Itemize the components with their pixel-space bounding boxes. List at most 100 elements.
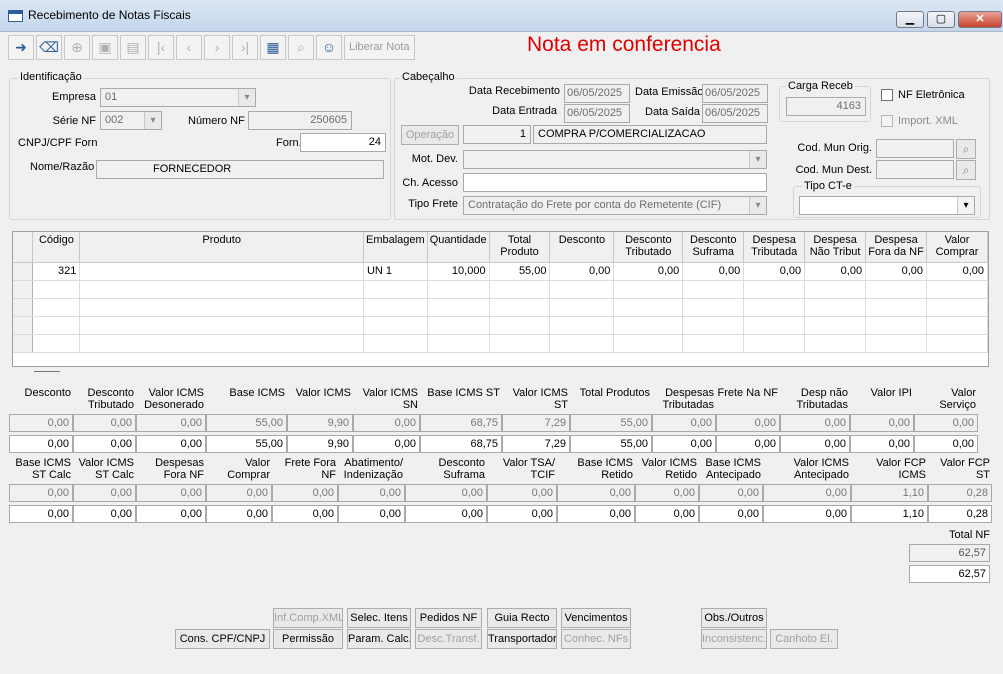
total-value-field[interactable]: 0,00 <box>9 414 73 432</box>
data-entrada-field[interactable]: 06/05/2025 <box>564 104 630 123</box>
minimize-button[interactable]: ▁ <box>896 11 924 28</box>
total-value-field[interactable]: 0,28 <box>928 484 992 502</box>
row-indicator[interactable] <box>13 298 34 317</box>
total-value-field[interactable]: 0,00 <box>9 484 73 502</box>
total-value-field[interactable]: 68,75 <box>420 414 502 432</box>
next-record-icon[interactable]: › <box>204 35 230 60</box>
numero-field[interactable]: 250605 <box>248 111 352 130</box>
eraser-icon[interactable]: ⌫ <box>36 35 62 60</box>
cod-mun-orig-search-icon[interactable]: ⌕ <box>956 139 976 159</box>
total-value-field[interactable]: 0,00 <box>272 505 338 523</box>
delete-icon[interactable]: ▤ <box>120 35 146 60</box>
total-value-field[interactable]: 9,90 <box>287 414 353 432</box>
total-value-field[interactable]: 0,00 <box>699 505 763 523</box>
cons-cpf-cnpj-button[interactable]: Cons. CPF/CNPJ <box>175 629 270 649</box>
total-value-field[interactable]: 0,00 <box>353 435 420 453</box>
total-value-field[interactable]: 0,00 <box>652 414 716 432</box>
forn-field[interactable]: 24 <box>300 133 386 152</box>
grid-cell[interactable]: 0,00 <box>549 262 615 281</box>
total-value-field[interactable]: 0,00 <box>272 484 338 502</box>
empresa-select[interactable]: 01 <box>100 88 256 107</box>
grid-col-header[interactable]: Produto <box>79 232 364 263</box>
guia-recto-button[interactable]: Guia Recto <box>487 608 557 628</box>
total-value-field[interactable]: 1,10 <box>851 505 928 523</box>
total-value-field[interactable]: 0,28 <box>928 505 992 523</box>
total-value-field[interactable]: 0,00 <box>353 414 420 432</box>
table-row[interactable]: 321 UN 1 10,000 55,00 0,00 0,00 0,00 0,0… <box>13 262 988 281</box>
total-value-field[interactable]: 0,00 <box>73 435 136 453</box>
total-value-field[interactable]: 0,00 <box>206 484 272 502</box>
nome-field[interactable]: FORNECEDOR <box>96 160 384 179</box>
grid-cell[interactable]: 0,00 <box>865 262 927 281</box>
grid-col-header[interactable]: Desconto Tributado <box>613 232 684 263</box>
total-value-field[interactable]: 55,00 <box>206 435 287 453</box>
grid-col-header[interactable]: Valor Comprar <box>926 232 988 263</box>
search-icon[interactable]: ⌕ <box>288 35 314 60</box>
operacao-code-field[interactable]: 1 <box>463 125 531 144</box>
grid-col-header[interactable]: Despesa Não Tribut <box>804 232 867 263</box>
grid-col-header[interactable]: Despesa Fora da NF <box>865 232 927 263</box>
total-value-field[interactable]: 0,00 <box>338 484 405 502</box>
grid-cell[interactable]: 321 <box>32 262 81 281</box>
user-icon[interactable]: ☺ <box>316 35 342 60</box>
serie-select[interactable]: 002 <box>100 111 162 130</box>
table-row[interactable] <box>13 280 988 299</box>
total-value-field[interactable]: 55,00 <box>570 414 652 432</box>
total-nf-field-b[interactable]: 62,57 <box>909 565 990 583</box>
cod-mun-dest-field[interactable] <box>876 160 954 179</box>
total-value-field[interactable]: 0,00 <box>487 484 557 502</box>
add-icon[interactable]: ⊕ <box>64 35 90 60</box>
grid-cell[interactable]: 55,00 <box>489 262 551 281</box>
operacao-button[interactable]: Operação <box>401 125 459 145</box>
ch-acesso-field[interactable] <box>463 173 767 192</box>
total-value-field[interactable]: 0,00 <box>914 414 978 432</box>
pedidos-nf-button[interactable]: Pedidos NF <box>415 608 482 628</box>
save-icon[interactable]: ▣ <box>92 35 118 60</box>
cod-mun-orig-field[interactable] <box>876 139 954 158</box>
first-record-icon[interactable]: |‹ <box>148 35 174 60</box>
table-icon[interactable]: ▦ <box>260 35 286 60</box>
total-value-field[interactable]: 9,90 <box>287 435 353 453</box>
grid-col-header[interactable]: Desconto <box>549 232 615 263</box>
inf-comp-xml-button[interactable]: Inf.Comp.XML <box>273 608 343 628</box>
previous-record-icon[interactable]: ‹ <box>176 35 202 60</box>
total-value-field[interactable]: 0,00 <box>557 505 635 523</box>
data-emissao-field[interactable]: 06/05/2025 <box>702 84 768 103</box>
total-value-field[interactable]: 0,00 <box>487 505 557 523</box>
tipo-cte-select[interactable] <box>799 196 975 215</box>
close-button[interactable]: ✕ <box>958 11 1002 28</box>
grid-col-header[interactable]: Desconto Suframa <box>682 232 745 263</box>
row-indicator[interactable] <box>13 280 34 299</box>
total-value-field[interactable]: 7,29 <box>502 414 570 432</box>
canhoto-el-button[interactable]: Canhoto El. <box>770 629 838 649</box>
grid-cell[interactable] <box>79 262 364 281</box>
total-value-field[interactable]: 0,00 <box>338 505 405 523</box>
grid-cell[interactable]: UN 1 <box>363 262 428 281</box>
selec-itens-button[interactable]: Selec. Itens <box>347 608 411 628</box>
transportador-button[interactable]: Transportador <box>487 629 557 649</box>
grid-cell[interactable]: 0,00 <box>926 262 988 281</box>
row-indicator[interactable] <box>13 334 34 353</box>
table-row[interactable] <box>13 298 988 317</box>
inconsistenc-button[interactable]: Inconsistenc. <box>701 629 767 649</box>
data-saida-field[interactable]: 06/05/2025 <box>702 104 768 123</box>
total-value-field[interactable]: 0,00 <box>73 484 136 502</box>
total-value-field[interactable]: 7,29 <box>502 435 570 453</box>
total-value-field[interactable]: 68,75 <box>420 435 502 453</box>
total-nf-field-a[interactable]: 62,57 <box>909 544 990 562</box>
total-value-field[interactable]: 0,00 <box>763 505 851 523</box>
import-xml-checkbox[interactable] <box>881 115 893 127</box>
total-value-field[interactable]: 0,00 <box>405 505 487 523</box>
total-value-field[interactable]: 0,00 <box>763 484 851 502</box>
tipo-frete-select[interactable]: Contratação do Frete por conta do Remete… <box>463 196 767 215</box>
row-indicator[interactable] <box>13 316 34 335</box>
conhec-nfs-button[interactable]: Conhec. NFs <box>561 629 631 649</box>
total-value-field[interactable]: 0,00 <box>9 435 73 453</box>
total-value-field[interactable]: 0,00 <box>635 484 699 502</box>
obs-outros-button[interactable]: Obs./Outros <box>701 608 767 628</box>
row-indicator[interactable] <box>13 262 34 281</box>
total-value-field[interactable]: 1,10 <box>851 484 928 502</box>
total-value-field[interactable]: 55,00 <box>570 435 652 453</box>
total-value-field[interactable]: 0,00 <box>780 435 850 453</box>
total-value-field[interactable]: 0,00 <box>652 435 716 453</box>
